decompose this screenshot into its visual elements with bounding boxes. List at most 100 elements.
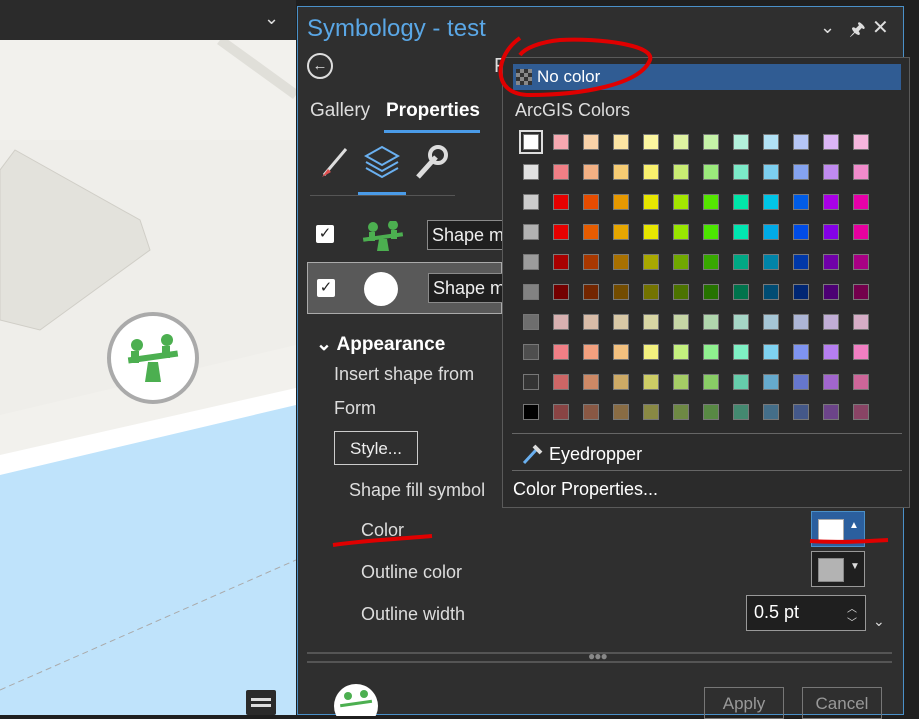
map-view[interactable]: ⌄: [0, 0, 296, 715]
apply-button[interactable]: Apply: [704, 687, 784, 719]
color-swatch-cell[interactable]: [553, 254, 569, 270]
color-swatch-cell[interactable]: [793, 194, 809, 210]
color-swatch-cell[interactable]: [853, 134, 869, 150]
appearance-heading[interactable]: ⌄ Appearance: [316, 333, 445, 356]
color-swatch-cell[interactable]: [853, 224, 869, 240]
color-swatch-cell[interactable]: [553, 194, 569, 210]
layers-icon[interactable]: [364, 145, 400, 181]
color-swatch-cell[interactable]: [523, 374, 539, 390]
color-properties-option[interactable]: Color Properties...: [513, 479, 658, 500]
color-swatch-cell[interactable]: [793, 314, 809, 330]
color-swatch-cell[interactable]: [673, 284, 689, 300]
color-swatch-cell[interactable]: [673, 374, 689, 390]
color-swatch-cell[interactable]: [763, 224, 779, 240]
color-swatch-cell[interactable]: [763, 134, 779, 150]
wrench-icon[interactable]: [414, 145, 448, 181]
color-swatch-cell[interactable]: [793, 344, 809, 360]
color-swatch-cell[interactable]: [523, 194, 539, 210]
color-swatch-cell[interactable]: [823, 344, 839, 360]
color-swatch-cell[interactable]: [643, 254, 659, 270]
color-swatch-cell[interactable]: [643, 404, 659, 420]
color-swatch-cell[interactable]: [613, 134, 629, 150]
color-swatch-cell[interactable]: [583, 374, 599, 390]
color-swatch-cell[interactable]: [673, 404, 689, 420]
color-swatch-cell[interactable]: [763, 314, 779, 330]
back-icon[interactable]: ←: [307, 53, 333, 79]
spin-down-icon[interactable]: ﹀: [847, 614, 857, 629]
color-swatch-cell[interactable]: [553, 284, 569, 300]
color-swatch-cell[interactable]: [853, 314, 869, 330]
color-swatch-cell[interactable]: [823, 374, 839, 390]
layer-row-selected[interactable]: ✓ Shape ma: [307, 262, 518, 314]
color-swatch-cell[interactable]: [703, 284, 719, 300]
color-swatch-cell[interactable]: [703, 134, 719, 150]
color-swatch-cell[interactable]: [703, 194, 719, 210]
color-swatch-cell[interactable]: [613, 254, 629, 270]
tab-properties[interactable]: Properties: [386, 100, 480, 122]
color-swatch-cell[interactable]: [613, 314, 629, 330]
color-swatch-cell[interactable]: [613, 374, 629, 390]
color-swatch-cell[interactable]: [673, 224, 689, 240]
color-swatch-cell[interactable]: [583, 314, 599, 330]
color-swatch-cell[interactable]: [733, 404, 749, 420]
color-swatch-cell[interactable]: [673, 164, 689, 180]
brush-icon[interactable]: [320, 145, 350, 179]
color-swatch-cell[interactable]: [703, 224, 719, 240]
color-swatch-cell[interactable]: [733, 164, 749, 180]
color-swatch-cell[interactable]: [673, 194, 689, 210]
color-swatch-cell[interactable]: [673, 254, 689, 270]
color-swatch-cell[interactable]: [793, 284, 809, 300]
color-swatch-cell[interactable]: [523, 314, 539, 330]
color-swatch-cell[interactable]: [703, 404, 719, 420]
color-swatch-cell[interactable]: [763, 194, 779, 210]
color-swatch-cell[interactable]: [553, 404, 569, 420]
color-swatch-cell[interactable]: [583, 164, 599, 180]
color-swatch-cell[interactable]: [823, 254, 839, 270]
color-swatch-cell[interactable]: [703, 374, 719, 390]
color-swatch-cell[interactable]: [763, 344, 779, 360]
color-swatch-cell[interactable]: [733, 224, 749, 240]
color-swatch-cell[interactable]: [733, 254, 749, 270]
color-swatch-cell[interactable]: [583, 224, 599, 240]
color-swatch-cell[interactable]: [793, 164, 809, 180]
color-swatch-cell[interactable]: [853, 344, 869, 360]
color-swatch-cell[interactable]: [733, 134, 749, 150]
color-swatch-cell[interactable]: [643, 284, 659, 300]
color-swatch-cell[interactable]: [613, 284, 629, 300]
color-swatch-cell[interactable]: [823, 134, 839, 150]
color-swatch-cell[interactable]: [553, 224, 569, 240]
color-swatch-cell[interactable]: [763, 404, 779, 420]
color-swatch-cell[interactable]: [703, 314, 719, 330]
color-swatch-cell[interactable]: [763, 164, 779, 180]
dropdown-icon[interactable]: ⌄: [820, 17, 835, 38]
color-swatch-cell[interactable]: [823, 314, 839, 330]
color-swatch-cell[interactable]: [643, 314, 659, 330]
color-swatch-cell[interactable]: [553, 164, 569, 180]
color-swatch-cell[interactable]: [763, 254, 779, 270]
chevron-down-icon[interactable]: ⌄: [264, 8, 279, 29]
color-swatch-cell[interactable]: [553, 314, 569, 330]
color-swatch-cell[interactable]: [853, 404, 869, 420]
color-swatch-cell[interactable]: [553, 134, 569, 150]
color-swatch-cell[interactable]: [673, 314, 689, 330]
color-swatch-cell[interactable]: [643, 224, 659, 240]
color-swatch-cell[interactable]: [673, 134, 689, 150]
color-swatch-cell[interactable]: [553, 374, 569, 390]
color-swatch-cell[interactable]: [613, 194, 629, 210]
color-swatch-cell[interactable]: [523, 404, 539, 420]
color-swatch-cell[interactable]: [613, 164, 629, 180]
color-swatch-cell[interactable]: [583, 284, 599, 300]
color-swatch-cell[interactable]: [523, 284, 539, 300]
color-swatch-cell[interactable]: [643, 374, 659, 390]
color-swatch-cell[interactable]: [733, 344, 749, 360]
color-swatch-cell[interactable]: [763, 284, 779, 300]
color-swatch-cell[interactable]: [613, 404, 629, 420]
color-swatch-cell[interactable]: [853, 374, 869, 390]
table-icon[interactable]: [246, 690, 276, 715]
color-swatch-cell[interactable]: [823, 404, 839, 420]
color-swatch-cell[interactable]: [853, 284, 869, 300]
color-swatch-cell[interactable]: [733, 194, 749, 210]
layer-row[interactable]: ✓ Shape ma: [307, 213, 517, 259]
color-swatch-cell[interactable]: [519, 130, 543, 154]
color-swatch-cell[interactable]: [613, 224, 629, 240]
